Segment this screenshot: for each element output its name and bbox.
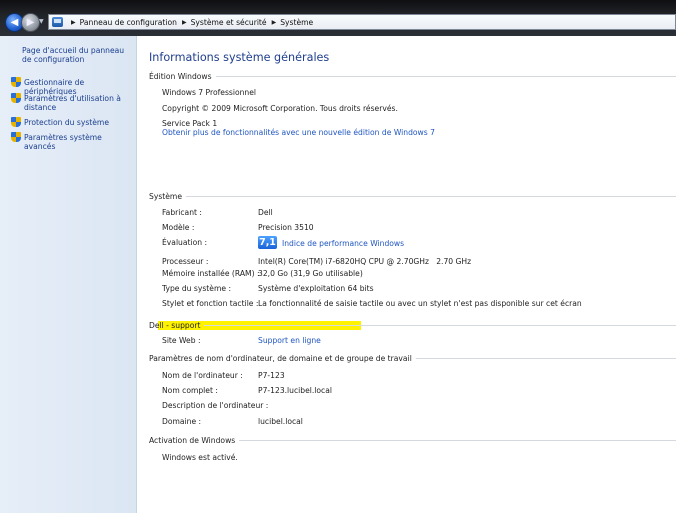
ram-label: Mémoire installée (RAM) : [162, 269, 260, 278]
model-value: Precision 3510 [258, 223, 314, 232]
section-system: Système [149, 192, 676, 201]
title-bar: ◀ ▶ ▼ ▶ Panneau de configuration ▶ Systè… [0, 0, 676, 36]
system-type-value: Système d'exploitation 64 bits [258, 284, 374, 293]
breadcrumb-system-security[interactable]: Système et sécurité [191, 18, 267, 27]
control-panel-icon [52, 17, 63, 27]
manufacturer-value: Dell [258, 208, 273, 217]
shield-icon [11, 132, 21, 143]
computer-name-label: Nom de l'ordinateur : [162, 371, 243, 380]
manufacturer-label: Fabricant : [162, 208, 202, 217]
sidebar-item-label: Paramètres système avancés [24, 133, 102, 151]
performance-score-badge[interactable]: 7,1 [258, 236, 277, 249]
chevron-right-icon: ▶ [71, 18, 76, 26]
domain-label: Domaine : [162, 417, 202, 426]
sidebar-item-label: Paramètres d'utilisation à distance [24, 94, 121, 112]
section-header: Dell - support [149, 321, 201, 330]
computer-name-value: P7-123 [258, 371, 285, 380]
rating-label: Évaluation : [162, 238, 208, 247]
system-type-label: Type du système : [162, 284, 231, 293]
domain-value: lucibel.local [258, 417, 303, 426]
section-header: Paramètres de nom d'ordinateur, de domai… [149, 354, 412, 363]
computer-description-label: Description de l'ordinateur : [162, 401, 269, 410]
website-label: Site Web : [162, 336, 201, 345]
performance-index-link[interactable]: Indice de performance Windows [282, 239, 404, 248]
section-computer-name: Paramètres de nom d'ordinateur, de domai… [149, 354, 676, 363]
breadcrumb-system[interactable]: Système [280, 18, 313, 27]
main-content: Informations système générales Édition W… [137, 36, 676, 513]
ram-value: 32,0 Go (31,9 Go utilisable) [258, 269, 363, 278]
processor-value: Intel(R) Core(TM) i7-6820HQ CPU @ 2.70GH… [258, 257, 472, 266]
section-dell-support: Dell - support [149, 321, 676, 330]
processor-label: Processeur : [162, 257, 209, 266]
pen-touch-value: La fonctionnalité de saisie tactile ou a… [258, 299, 582, 308]
online-support-link[interactable]: Support en ligne [258, 336, 321, 345]
sidebar: Page d'accueil du panneau de configurati… [0, 36, 137, 513]
section-windows-edition: Édition Windows [149, 72, 676, 81]
activation-status: Windows est activé. [162, 453, 238, 462]
model-label: Modèle : [162, 223, 195, 232]
section-activation: Activation de Windows [149, 436, 676, 445]
chevron-right-icon: ▶ [181, 18, 187, 26]
section-header: Édition Windows [149, 72, 212, 81]
section-header: Système [149, 192, 182, 201]
pen-touch-label: Stylet et fonction tactile : [162, 299, 259, 308]
address-bar[interactable]: ▶ Panneau de configuration ▶ Système et … [48, 14, 676, 30]
breadcrumb-control-panel[interactable]: Panneau de configuration [80, 18, 177, 27]
full-name-label: Nom complet : [162, 386, 218, 395]
service-pack: Service Pack 1 [162, 119, 218, 128]
copyright-text: Copyright © 2009 Microsoft Corporation. … [162, 104, 398, 113]
page-title: Informations système générales [149, 51, 330, 64]
windows-edition-name: Windows 7 Professionnel [162, 88, 257, 97]
history-dropdown-icon[interactable]: ▼ [39, 18, 44, 25]
sidebar-home-link[interactable]: Page d'accueil du panneau de configurati… [22, 46, 134, 64]
shield-icon [11, 117, 21, 128]
shield-icon [11, 93, 21, 104]
sidebar-item-remote-settings[interactable]: Paramètres d'utilisation à distance [11, 93, 135, 112]
upgrade-link[interactable]: Obtenir plus de fonctionnalités avec une… [162, 128, 435, 137]
forward-arrow-icon[interactable]: ▶ [21, 13, 40, 32]
section-header: Activation de Windows [149, 436, 236, 445]
sidebar-item-advanced-settings[interactable]: Paramètres système avancés [11, 132, 135, 151]
sidebar-item-label: Protection du système [24, 118, 110, 127]
full-name-value: P7-123.lucibel.local [258, 386, 332, 395]
chevron-right-icon: ▶ [271, 18, 277, 26]
shield-icon [11, 77, 21, 88]
sidebar-item-system-protection[interactable]: Protection du système [11, 117, 135, 128]
